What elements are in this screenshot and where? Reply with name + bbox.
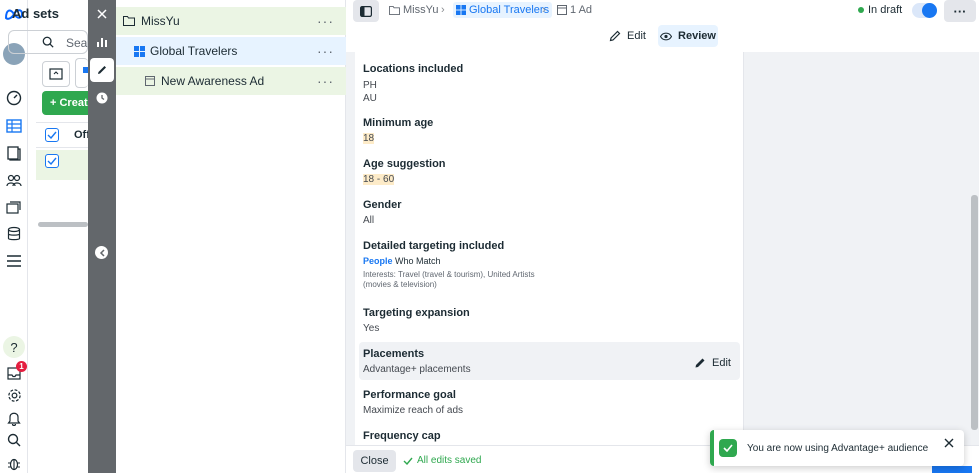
location-value: AU	[363, 93, 377, 104]
edit-label: Edit	[712, 357, 731, 369]
grid-tab[interactable]	[75, 58, 89, 88]
clock-icon[interactable]	[90, 86, 114, 110]
status-dot	[858, 7, 864, 13]
gear-icon[interactable]	[4, 385, 24, 405]
interests-value: Interests: Travel (travel & tourism), Un…	[363, 270, 535, 279]
min-age-title: Minimum age	[363, 117, 434, 129]
folder-icon	[123, 16, 135, 26]
tree-item-label: MissYu	[141, 14, 180, 28]
check-icon	[719, 439, 737, 457]
chevron-right-icon: ›	[441, 4, 445, 16]
placements-value: Advantage+ placements	[363, 364, 471, 375]
collapse-panel-icon[interactable]	[95, 246, 108, 259]
edit-label: Edit	[627, 30, 646, 42]
adset-grid-icon	[456, 5, 466, 15]
more-options-icon[interactable]: ···	[317, 43, 334, 59]
performance-goal-title: Performance goal	[363, 389, 456, 401]
close-icon[interactable]	[90, 2, 114, 26]
location-value: PH	[363, 80, 377, 91]
bell-icon[interactable]	[4, 408, 24, 428]
editor-tool-strip	[88, 0, 116, 473]
create-button[interactable]: + Creat	[42, 91, 88, 115]
age-suggestion-title: Age suggestion	[363, 158, 446, 170]
billing-icon[interactable]	[4, 224, 24, 244]
campaign-tree-panel: MissYu ··· Global Travelers ··· New Awar…	[116, 0, 346, 473]
review-label: Review	[678, 30, 716, 42]
audiences-icon[interactable]	[4, 170, 24, 190]
min-age-value: 18	[363, 133, 375, 144]
more-options-icon[interactable]: ···	[317, 73, 334, 89]
adsets-title: Ad sets	[12, 6, 59, 21]
performance-goal-value: Maximize reach of ads	[363, 405, 464, 416]
left-nav-rail: ? 1	[0, 0, 28, 473]
breadcrumb-ads[interactable]: 1 Ad	[557, 4, 592, 16]
pencil-icon	[695, 358, 705, 368]
gender-title: Gender	[363, 199, 402, 211]
vertical-scrollbar-thumb[interactable]	[971, 195, 978, 430]
breadcrumb-campaign[interactable]: MissYu	[389, 4, 438, 16]
help-icon[interactable]: ?	[3, 336, 25, 358]
breadcrumb-label: Global Travelers	[469, 4, 550, 16]
placements-title: Placements	[363, 348, 425, 360]
frequency-cap-title: Frequency cap	[363, 430, 441, 442]
ad-icon	[557, 5, 567, 15]
pencil-icon	[609, 30, 621, 42]
status-badge: In draft	[868, 4, 903, 16]
tree-item-label: New Awareness Ad	[161, 74, 265, 88]
people-label: People	[363, 256, 393, 266]
breadcrumb-adset[interactable]: Global Travelers	[453, 2, 553, 18]
tree-item-ad[interactable]: New Awareness Ad ···	[116, 67, 346, 95]
select-all-checkbox[interactable]	[45, 128, 59, 142]
folder-tab[interactable]	[42, 61, 70, 87]
eye-icon	[660, 32, 673, 40]
bug-report-icon[interactable]	[4, 453, 24, 473]
publish-button[interactable]	[932, 466, 972, 473]
row-checkbox[interactable]	[45, 154, 59, 168]
toggle-knob[interactable]	[922, 3, 937, 18]
dashboard-icon[interactable]	[4, 88, 24, 108]
toast-message: You are now using Advantage+ audience	[747, 443, 929, 454]
detailed-targeting-title: Detailed targeting included	[363, 240, 505, 252]
close-icon[interactable]	[944, 438, 954, 448]
sidebar-toggle-button[interactable]	[353, 0, 379, 22]
tree-item-adset[interactable]: Global Travelers ···	[116, 37, 346, 65]
review-button[interactable]: Review	[658, 25, 718, 47]
chevron-right-icon: ›	[542, 4, 546, 16]
pages-icon[interactable]	[4, 143, 24, 163]
more-options-button[interactable]: ···	[944, 0, 976, 22]
folder-icon	[389, 5, 400, 15]
horizontal-scrollbar[interactable]	[38, 222, 88, 227]
age-suggestion-value: 18 - 60	[363, 174, 395, 185]
ads-manager-table-icon[interactable]	[4, 116, 24, 136]
media-library-icon[interactable]	[4, 197, 24, 217]
close-button[interactable]: Close	[353, 450, 396, 472]
save-status-label: All edits saved	[417, 455, 482, 466]
adset-grid-icon	[134, 45, 145, 57]
locations-title: Locations included	[363, 63, 464, 75]
menu-icon[interactable]	[4, 251, 24, 271]
pencil-icon[interactable]	[90, 58, 114, 82]
targeting-expansion-title: Targeting expansion	[363, 307, 470, 319]
interests-value-cont: (movies & television)	[363, 280, 437, 289]
placements-edit-button[interactable]: Edit	[694, 357, 731, 369]
breadcrumb-label: MissYu	[403, 4, 439, 16]
table-row[interactable]	[36, 150, 88, 180]
save-status: All edits saved	[403, 455, 481, 466]
gender-value: All	[363, 215, 375, 226]
people-who-match: People Who Match	[363, 256, 441, 266]
tree-item-campaign[interactable]: MissYu ···	[116, 7, 346, 35]
search-icon[interactable]	[4, 430, 24, 450]
tree-item-label: Global Travelers	[150, 44, 238, 58]
more-options-icon[interactable]: ···	[317, 13, 334, 29]
search-icon	[42, 36, 54, 48]
notification-badge: 1	[16, 361, 27, 372]
edit-button[interactable]: Edit	[609, 25, 653, 47]
ad-icon	[145, 76, 155, 86]
check-icon	[403, 457, 413, 465]
bar-chart-icon[interactable]	[90, 30, 114, 54]
breadcrumb-label: 1 Ad	[570, 4, 593, 16]
targeting-expansion-value: Yes	[363, 323, 380, 334]
